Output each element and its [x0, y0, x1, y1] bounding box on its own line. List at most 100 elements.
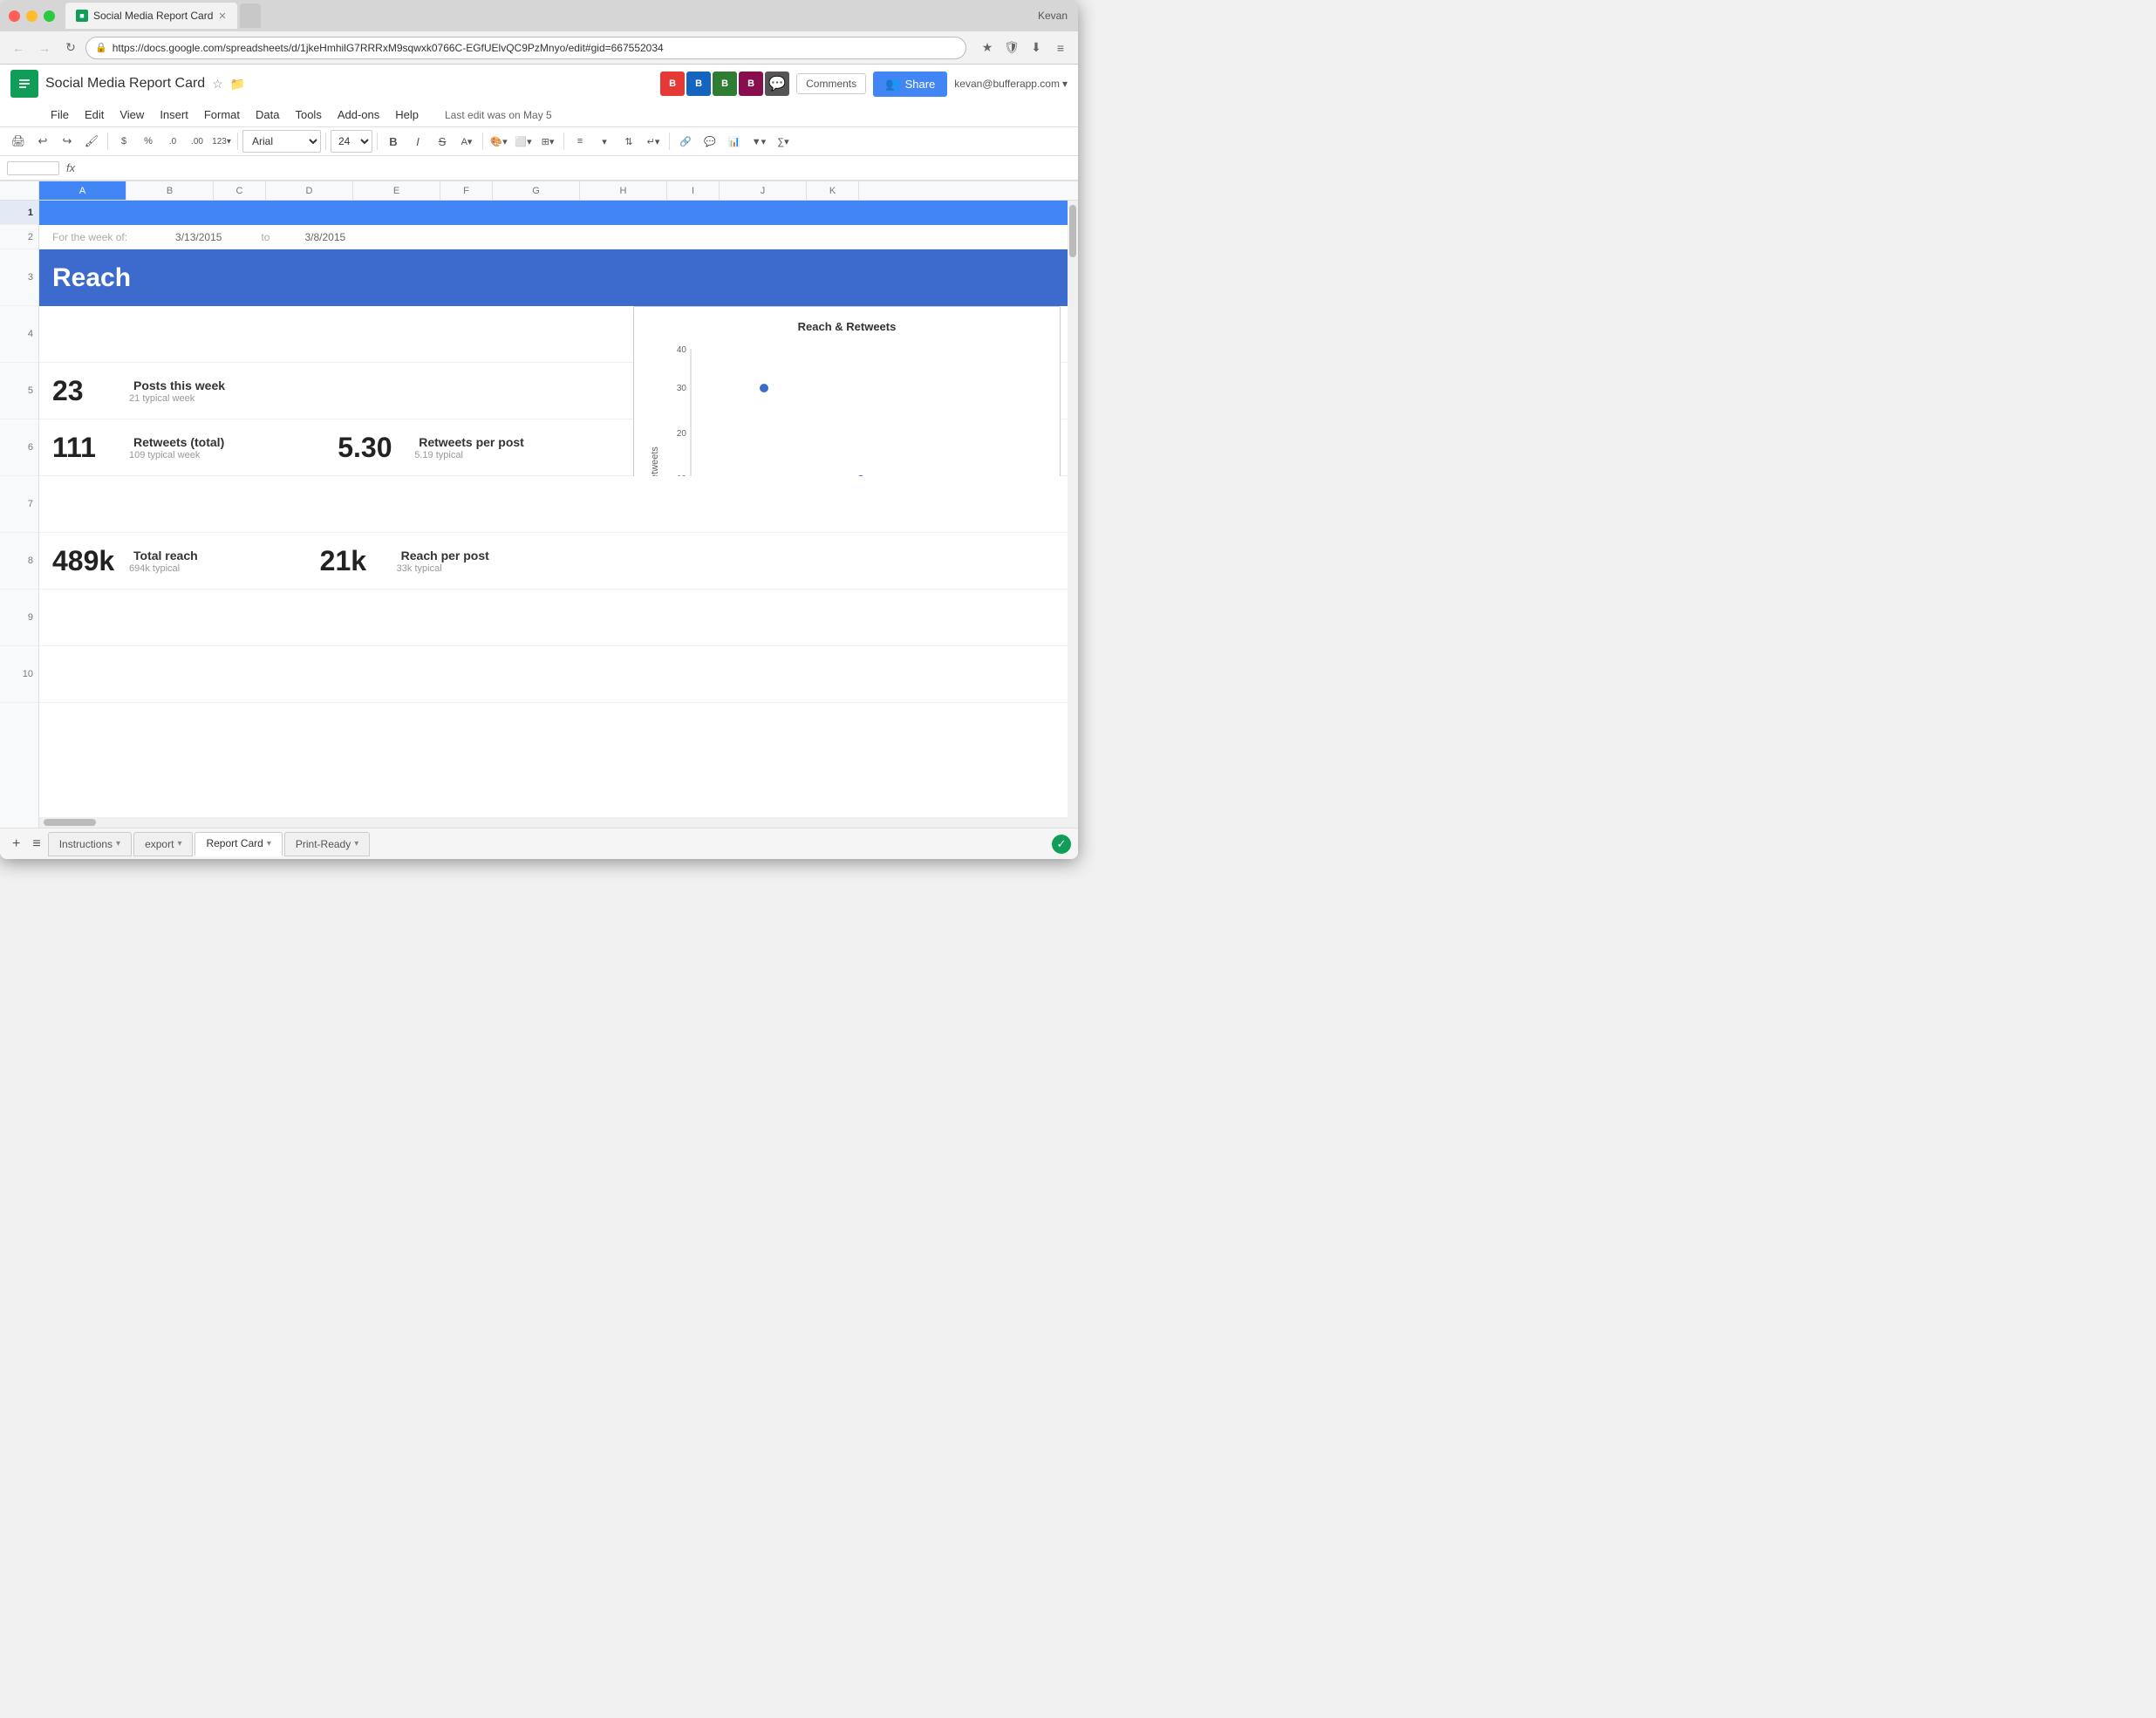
decimal-dec-button[interactable]: .0 — [161, 130, 184, 153]
row-1[interactable] — [39, 201, 1078, 225]
row-num-2[interactable]: 2 — [0, 225, 38, 249]
cell-reference[interactable] — [7, 161, 59, 175]
menu-help[interactable]: Help — [388, 105, 426, 125]
add-sheet-button[interactable]: + — [7, 835, 25, 854]
addon-button[interactable]: 🛡 — [1001, 37, 1022, 58]
italic-button[interactable]: I — [406, 130, 429, 153]
scrollbar-right[interactable] — [1068, 201, 1078, 828]
percent-button[interactable]: % — [137, 130, 160, 153]
maximize-button[interactable] — [44, 10, 55, 22]
menu-insert[interactable]: Insert — [153, 105, 195, 125]
chart-button[interactable]: 📊 — [723, 130, 746, 153]
active-tab[interactable]: ■ Social Media Report Card ✕ — [65, 3, 237, 29]
col-header-c[interactable]: C — [214, 181, 266, 200]
strikethrough-button[interactable]: S — [431, 130, 454, 153]
refresh-button[interactable]: ↻ — [59, 37, 82, 59]
row-num-6[interactable]: 6 — [0, 419, 38, 476]
fill-color-button[interactable]: 🎨▾ — [488, 130, 510, 153]
tab-close-button[interactable]: ✕ — [218, 10, 226, 22]
address-bar[interactable]: 🔒 https://docs.google.com/spreadsheets/d… — [85, 37, 966, 59]
tab-report-card[interactable]: Report Card ▾ — [194, 832, 282, 856]
row-num-7[interactable]: 7 — [0, 476, 38, 533]
folder-icon[interactable]: 📁 — [230, 77, 245, 92]
scroll-thumb[interactable] — [1069, 205, 1076, 257]
col-header-i[interactable]: I — [667, 181, 720, 200]
row-num-10[interactable]: 10 — [0, 646, 38, 703]
formula-input[interactable] — [82, 162, 1071, 174]
currency-button[interactable]: $ — [113, 130, 135, 153]
row-6-retweets[interactable]: 111 Retweets (total) 109 typical week 5.… — [39, 419, 1078, 476]
menu-tools[interactable]: Tools — [288, 105, 328, 125]
borders-button[interactable]: ⬜▾ — [512, 130, 535, 153]
col-header-f[interactable]: F — [440, 181, 493, 200]
tab-instructions[interactable]: Instructions ▾ — [48, 832, 132, 856]
valign-button[interactable]: ⇅ — [617, 130, 640, 153]
redo-button[interactable]: ↪ — [56, 130, 78, 153]
row-7[interactable] — [39, 476, 1078, 533]
addon-icon-1[interactable]: B — [660, 72, 685, 96]
number-format-button[interactable]: 123▾ — [210, 130, 233, 153]
col-header-d[interactable]: D — [266, 181, 353, 200]
undo-button[interactable]: ↩ — [31, 130, 54, 153]
filter-button[interactable]: ▼▾ — [747, 130, 770, 153]
align-center-button[interactable]: ▾ — [593, 130, 616, 153]
menu-addons[interactable]: Add-ons — [331, 105, 386, 125]
star-icon[interactable]: ☆ — [212, 77, 223, 92]
menu-button[interactable]: ≡ — [1050, 37, 1071, 58]
row-3-reach-header[interactable]: Reach — [39, 249, 1078, 306]
row-2[interactable]: For the week of: 3/13/2015 to 3/8/2015 — [39, 225, 1078, 249]
comment-button[interactable]: 💬 — [699, 130, 721, 153]
addon-icon-2[interactable]: B — [686, 72, 711, 96]
decimal-inc-button[interactable]: .00 — [186, 130, 208, 153]
font-color-button[interactable]: A▾ — [455, 130, 478, 153]
minimize-button[interactable] — [26, 10, 38, 22]
row-10[interactable] — [39, 646, 1078, 703]
row-num-8[interactable]: 8 — [0, 533, 38, 590]
row-num-9[interactable]: 9 — [0, 590, 38, 646]
col-header-g[interactable]: G — [493, 181, 580, 200]
col-header-j[interactable]: J — [720, 181, 807, 200]
tab-print-ready[interactable]: Print-Ready ▾ — [284, 832, 370, 856]
addon-icon-5[interactable]: 💬 — [765, 72, 789, 96]
tab-export[interactable]: export ▾ — [133, 832, 193, 856]
menu-file[interactable]: File — [44, 105, 76, 125]
merge-button[interactable]: ⊞▾ — [536, 130, 559, 153]
back-button[interactable]: ← — [7, 37, 30, 59]
link-button[interactable]: 🔗 — [674, 130, 697, 153]
font-selector[interactable]: Arial — [242, 130, 321, 153]
inactive-tab[interactable] — [240, 3, 261, 28]
addon-icon-4[interactable]: B — [739, 72, 763, 96]
scrollbar-bottom[interactable] — [39, 817, 1068, 828]
bookmark-button[interactable]: ★ — [977, 37, 998, 58]
align-left-button[interactable]: ≡ — [569, 130, 591, 153]
size-selector[interactable]: 24 — [331, 130, 372, 153]
comments-button[interactable]: Comments — [796, 73, 866, 94]
row-num-1[interactable]: 1 — [0, 201, 38, 225]
col-header-a[interactable]: A — [39, 181, 126, 200]
print-button[interactable]: 🖨 — [7, 130, 30, 153]
col-header-e[interactable]: E — [353, 181, 440, 200]
row-num-4[interactable]: 4 — [0, 306, 38, 363]
downloads-button[interactable]: ⬇ — [1026, 37, 1047, 58]
menu-edit[interactable]: Edit — [78, 105, 111, 125]
user-chevron[interactable]: ▾ — [1062, 78, 1068, 90]
menu-data[interactable]: Data — [249, 105, 286, 125]
paint-format-button[interactable]: 🖌 — [80, 130, 103, 153]
col-header-b[interactable]: B — [126, 181, 214, 200]
col-header-h[interactable]: H — [580, 181, 667, 200]
row-num-3[interactable]: 3 — [0, 249, 38, 306]
menu-format[interactable]: Format — [197, 105, 247, 125]
share-button[interactable]: 👥 Share — [873, 72, 947, 97]
row-8-reach[interactable]: 489k Total reach 694k typical 21k Reach … — [39, 533, 1078, 590]
close-button[interactable] — [9, 10, 20, 22]
row-9[interactable] — [39, 590, 1078, 646]
wrap-button[interactable]: ↵▾ — [642, 130, 665, 153]
menu-view[interactable]: View — [113, 105, 151, 125]
bold-button[interactable]: B — [382, 130, 405, 153]
sheets-list-button[interactable]: ≡ — [27, 835, 45, 854]
addon-icon-3[interactable]: B — [713, 72, 737, 96]
row-num-5[interactable]: 5 — [0, 363, 38, 419]
function-button[interactable]: ∑▾ — [772, 130, 795, 153]
col-header-k[interactable]: K — [807, 181, 859, 200]
forward-button[interactable]: → — [33, 37, 56, 59]
